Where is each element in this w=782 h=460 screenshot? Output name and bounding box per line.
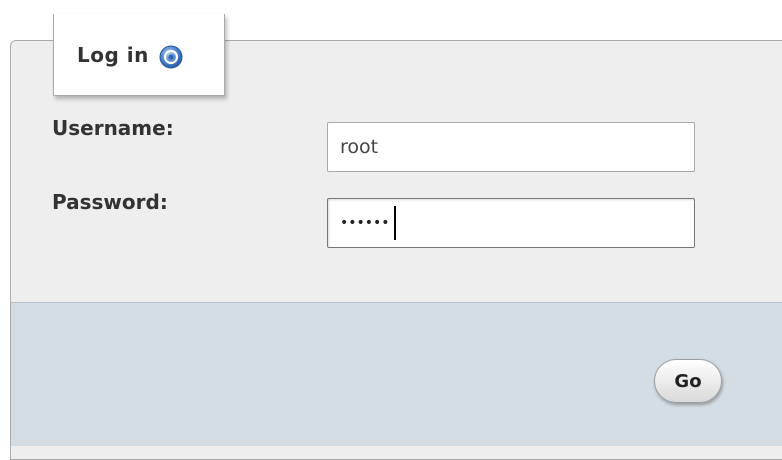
text-caret [394, 206, 396, 240]
username-input[interactable] [327, 122, 695, 172]
login-legend: Log in [53, 14, 225, 96]
help-icon[interactable] [159, 45, 183, 69]
password-label: Password: [52, 190, 168, 214]
go-button[interactable]: Go [654, 359, 722, 403]
username-label: Username: [52, 116, 174, 140]
password-input[interactable] [327, 198, 695, 248]
login-title: Log in [77, 42, 149, 67]
